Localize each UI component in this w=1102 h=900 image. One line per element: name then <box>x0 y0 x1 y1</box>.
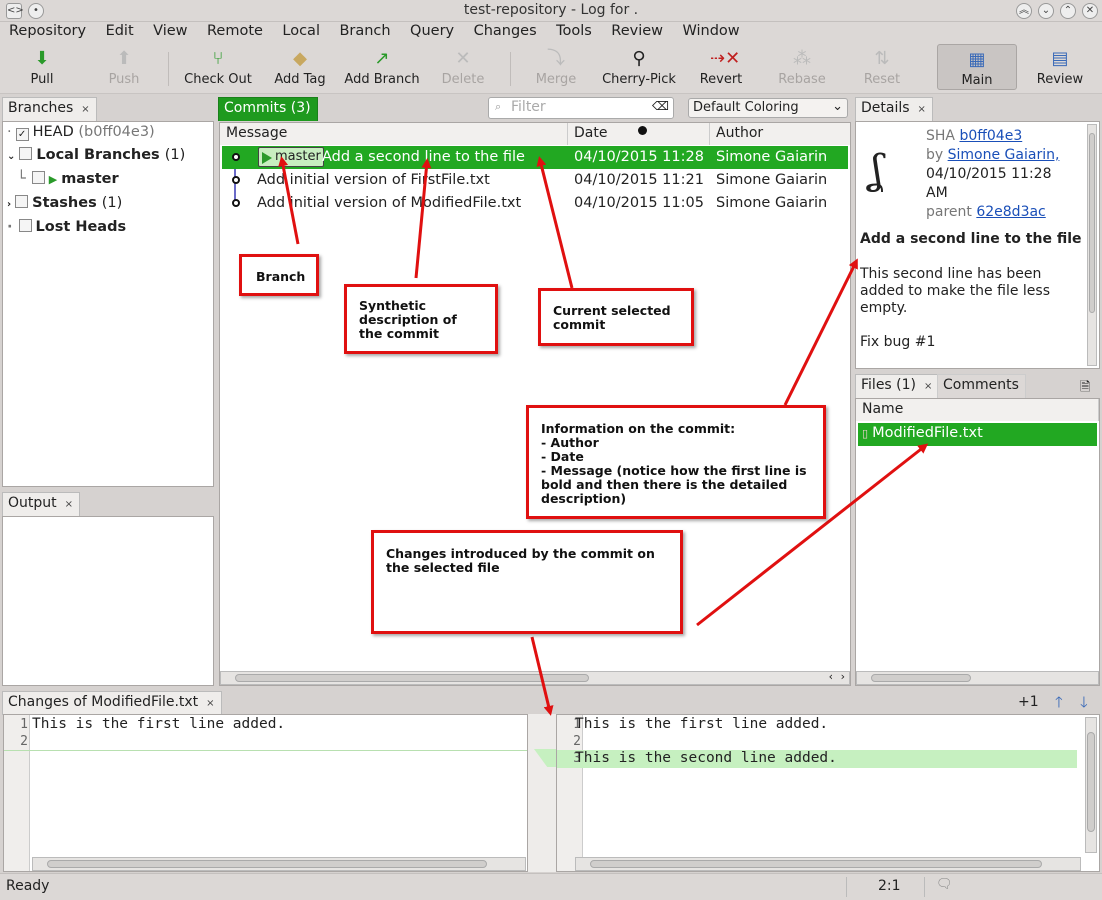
annotation-branch: Branch <box>239 254 319 296</box>
annotation-synthetic-description: Synthetic description of the commit <box>344 284 498 354</box>
annotation-changes: Changes introduced by the commit on the … <box>371 530 683 634</box>
annotation-commit-info: Information on the commit: - Author - Da… <box>526 405 826 519</box>
annotation-current-commit: Current selected commit <box>538 288 694 346</box>
